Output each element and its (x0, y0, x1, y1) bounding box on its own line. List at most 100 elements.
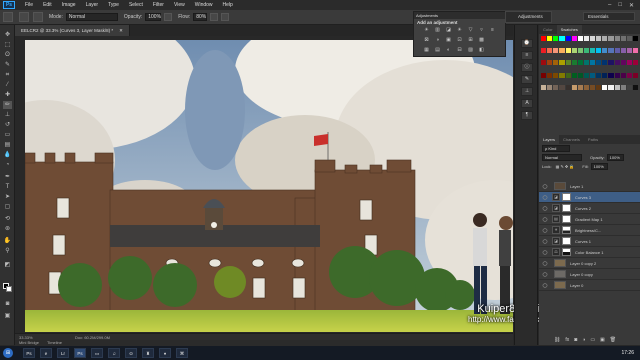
black-white-icon[interactable]: ⊠ (422, 37, 431, 44)
default-colors-icon[interactable]: ◩ (3, 261, 12, 269)
taskbar-app[interactable]: ♦ (159, 348, 171, 358)
color-lookup-icon[interactable]: ⊡ (455, 37, 464, 44)
color-swatch[interactable] (632, 36, 638, 41)
airbrush-icon[interactable] (210, 13, 219, 21)
layer-mask-thumbnail[interactable] (562, 215, 571, 223)
brightness-contrast-icon[interactable]: ☀ (422, 27, 431, 34)
color-swatch[interactable] (547, 36, 553, 41)
color-swatch[interactable] (602, 60, 608, 66)
color-swatch[interactable] (614, 48, 620, 54)
taskbar-clock[interactable]: 17:26 (621, 350, 634, 356)
quick-mask-icon[interactable]: ◙ (3, 300, 12, 308)
start-button[interactable]: ⊞ (3, 348, 13, 358)
menu-view[interactable]: View (169, 2, 190, 8)
layer-mask-thumbnail[interactable] (562, 248, 571, 256)
brush-panel-icon[interactable]: ✎ (521, 75, 533, 84)
adjustments-workspace-button[interactable]: Adjustments (505, 11, 552, 23)
threshold-icon[interactable]: ▦ (422, 47, 431, 54)
color-swatch[interactable] (608, 84, 614, 90)
menu-help[interactable]: Help (218, 2, 238, 8)
color-swatch[interactable] (632, 72, 638, 78)
color-swatch[interactable] (590, 36, 596, 41)
link-layers-icon[interactable]: ⛓ (554, 337, 560, 343)
taskbar-app[interactable]: ⊙ (125, 348, 137, 358)
layer-name[interactable]: Curves 2 (575, 206, 591, 211)
taskbar-app[interactable]: ⌘ (176, 348, 188, 358)
color-swatch[interactable] (614, 72, 620, 78)
layer-mask-thumbnail[interactable] (562, 226, 571, 234)
vibrance-icon[interactable]: ▽ (466, 27, 475, 34)
taskbar-app[interactable]: Ps (74, 348, 86, 358)
color-swatch[interactable] (571, 48, 577, 54)
color-swatch[interactable] (596, 84, 602, 90)
color-swatch[interactable] (571, 84, 577, 90)
curves-icon[interactable]: ◪ (444, 27, 453, 34)
color-swatch[interactable] (553, 72, 559, 78)
healing-brush-tool-icon[interactable]: ✚ (3, 91, 12, 99)
layer-row[interactable]: ⚖ Color Balance 1 (539, 247, 640, 258)
marquee-tool-icon[interactable]: ⬚ (3, 41, 12, 49)
visibility-eye-icon[interactable] (542, 205, 548, 211)
color-swatch[interactable] (614, 60, 620, 66)
new-layer-icon[interactable]: ▣ (600, 337, 605, 343)
layer-name[interactable]: Gradient Map 1 (575, 217, 603, 222)
brush-tool-icon[interactable]: ✏ (3, 101, 12, 109)
path-selection-tool-icon[interactable]: ➤ (3, 193, 12, 201)
mode-select[interactable]: Normal (65, 13, 118, 21)
color-swatch[interactable] (559, 48, 565, 54)
color-swatch[interactable] (577, 72, 583, 78)
color-swatch[interactable] (602, 36, 608, 41)
menu-edit[interactable]: Edit (38, 2, 57, 8)
lasso-tool-icon[interactable]: ʘ (3, 51, 12, 59)
levels-icon[interactable]: ▥ (433, 27, 442, 34)
opacity-field[interactable]: 100% (145, 13, 162, 21)
new-adjustment-icon[interactable]: ◑ (582, 337, 585, 343)
color-swatch[interactable] (590, 48, 596, 54)
layer-name[interactable]: Layer 0 (570, 283, 583, 288)
blur-tool-icon[interactable]: 💧 (3, 151, 12, 159)
color-swatch[interactable] (626, 72, 632, 78)
taskbar-app[interactable]: ▭ (91, 348, 103, 358)
color-swatch[interactable] (547, 72, 553, 78)
info-panel-icon[interactable]: ⓘ (521, 63, 533, 72)
color-swatch[interactable] (608, 60, 614, 66)
visibility-eye-icon[interactable] (542, 249, 548, 255)
color-swatch[interactable] (626, 36, 632, 41)
background-color-swatch[interactable] (6, 286, 12, 292)
color-swatch[interactable] (577, 36, 583, 41)
clone-source-panel-icon[interactable]: ⊥ (521, 87, 533, 96)
color-swatch[interactable] (571, 36, 577, 41)
delete-layer-icon[interactable]: 🗑 (610, 337, 616, 343)
taskbar-app[interactable]: e (40, 348, 52, 358)
color-swatch[interactable] (547, 84, 553, 90)
menu-image[interactable]: Image (57, 2, 81, 8)
visibility-eye-icon[interactable] (542, 216, 548, 222)
brush-tool-preset-icon[interactable] (3, 12, 13, 22)
color-swatch[interactable] (602, 72, 608, 78)
color-swatch[interactable] (541, 48, 547, 54)
channel-mixer-icon[interactable]: ▣ (444, 37, 453, 44)
visibility-eye-icon[interactable] (542, 227, 548, 233)
hue-saturation-icon[interactable]: ▿ (477, 27, 486, 34)
visibility-eye-icon[interactable] (542, 183, 548, 189)
gradient-tool-icon[interactable]: ▤ (3, 141, 12, 149)
visibility-eye-icon[interactable] (542, 282, 548, 288)
color-swatch[interactable] (626, 60, 632, 66)
dodge-tool-icon[interactable]: ◔ (3, 161, 12, 169)
layer-opacity-field[interactable]: 100% (606, 154, 624, 161)
color-swatch[interactable] (596, 60, 602, 66)
document-tab-close-icon[interactable]: ✕ (119, 25, 123, 36)
color-swatch[interactable] (620, 60, 626, 66)
tab-color[interactable]: Color (539, 25, 557, 34)
shadows-highlights-icon[interactable]: ⊟ (455, 47, 464, 54)
workspace-switcher[interactable]: Essentials (583, 12, 635, 21)
visibility-eye-icon[interactable] (542, 238, 548, 244)
layer-kind-filter[interactable]: ρ Kind (542, 145, 570, 152)
color-swatch[interactable] (571, 72, 577, 78)
layer-row[interactable]: ☀ Brightness/C... (539, 225, 640, 236)
color-swatch[interactable] (541, 60, 547, 66)
history-panel-icon[interactable]: ⌚ (521, 39, 533, 48)
add-mask-icon[interactable]: ◙ (574, 337, 577, 343)
new-group-icon[interactable]: ▭ (590, 337, 595, 343)
color-swatch[interactable] (577, 60, 583, 66)
